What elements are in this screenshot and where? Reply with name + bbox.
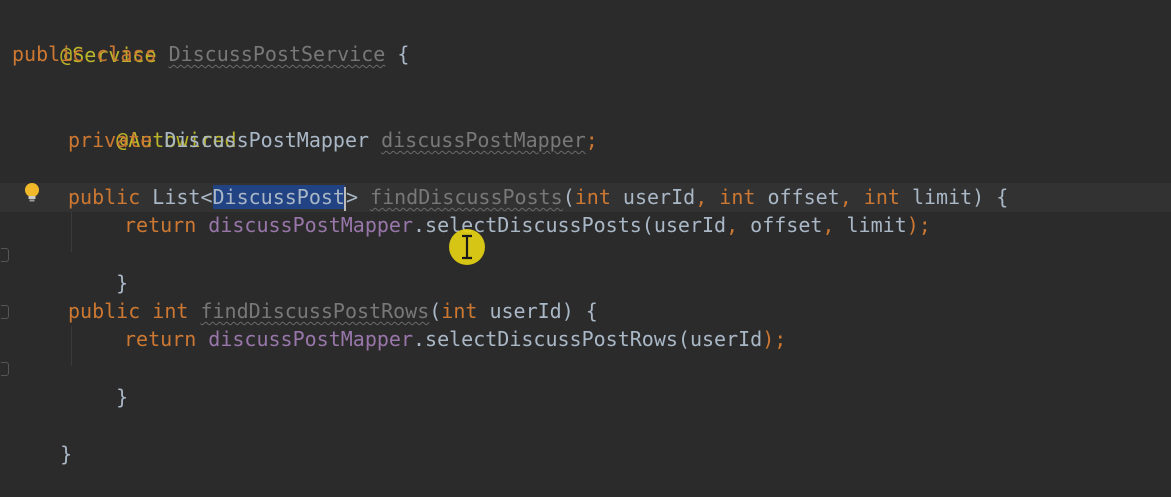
type-name: > [345,185,359,209]
brace: } [60,441,73,466]
lightbulb-icon[interactable] [22,182,42,204]
current-code-line[interactable]: public List<DiscussPost> findDiscussPost… [0,183,1171,212]
brace: ) { [972,185,1009,209]
class-name[interactable]: DiscussPostService [169,42,386,66]
brace: ) { [561,299,598,323]
brace: } [116,384,129,409]
method-call[interactable]: .selectDiscussPostRows(userId [413,327,762,351]
argument: offset [750,213,823,237]
field-name[interactable]: discussPostMapper [381,128,586,152]
keyword: int [719,185,756,209]
keyword: class [96,42,157,66]
code-line[interactable]: public int findDiscussPostRows(int userI… [68,297,598,326]
argument: limit [846,213,907,237]
keyword: public [68,185,141,209]
keyword: return [124,327,197,351]
code-line[interactable]: public class DiscussPostService { [12,40,409,69]
field-name[interactable]: discussPostMapper [208,327,413,351]
comma: , [695,185,720,209]
comma: , [726,213,751,237]
paren: ( [562,185,575,209]
brace: } [116,270,129,295]
method-name[interactable]: findDiscussPosts [370,185,563,209]
semicolon: ; [585,128,598,152]
code-line[interactable]: } [68,354,128,409]
keyword: private [68,128,153,152]
keyword: int [863,185,900,209]
code-editor[interactable]: @Service public class DiscussPostService… [0,0,1171,466]
keyword: int [441,299,478,323]
keyword: public [68,299,141,323]
code-line[interactable]: @Autowired [68,97,236,152]
parameter: limit [899,185,973,209]
comma: , [839,185,864,209]
parameter: userId [610,185,696,209]
code-line[interactable]: return discussPostMapper.selectDiscussPo… [124,211,931,240]
code-line[interactable]: } [12,411,72,466]
keyword: return [124,213,197,237]
statement-end: ); [762,327,787,351]
statement-end: ); [906,213,931,237]
code-line[interactable]: private DiscussPostMapper discussPostMap… [68,126,598,155]
parameter: userId [477,299,562,323]
type-name: List< [152,185,213,209]
fold-marker-icon[interactable] [1,248,9,262]
code-line[interactable]: @Service [12,12,156,67]
fold-marker-icon[interactable] [1,362,9,376]
keyword: public [12,42,85,66]
parameter: offset [755,185,840,209]
i-beam-cursor-icon [462,234,472,260]
code-line[interactable]: return discussPostMapper.selectDiscussPo… [124,325,786,354]
code-line[interactable]: } [68,240,128,295]
brace: { [385,42,410,66]
fold-marker-icon[interactable] [1,305,9,319]
keyword: int [574,185,611,209]
field-name[interactable]: discussPostMapper [208,213,413,237]
keyword: int [152,299,189,323]
method-name[interactable]: findDiscussPostRows [200,299,429,323]
type-name: DiscussPostMapper [164,128,370,152]
comma: , [822,213,847,237]
selected-text[interactable]: DiscussPost [212,185,345,209]
paren: ( [429,299,442,323]
